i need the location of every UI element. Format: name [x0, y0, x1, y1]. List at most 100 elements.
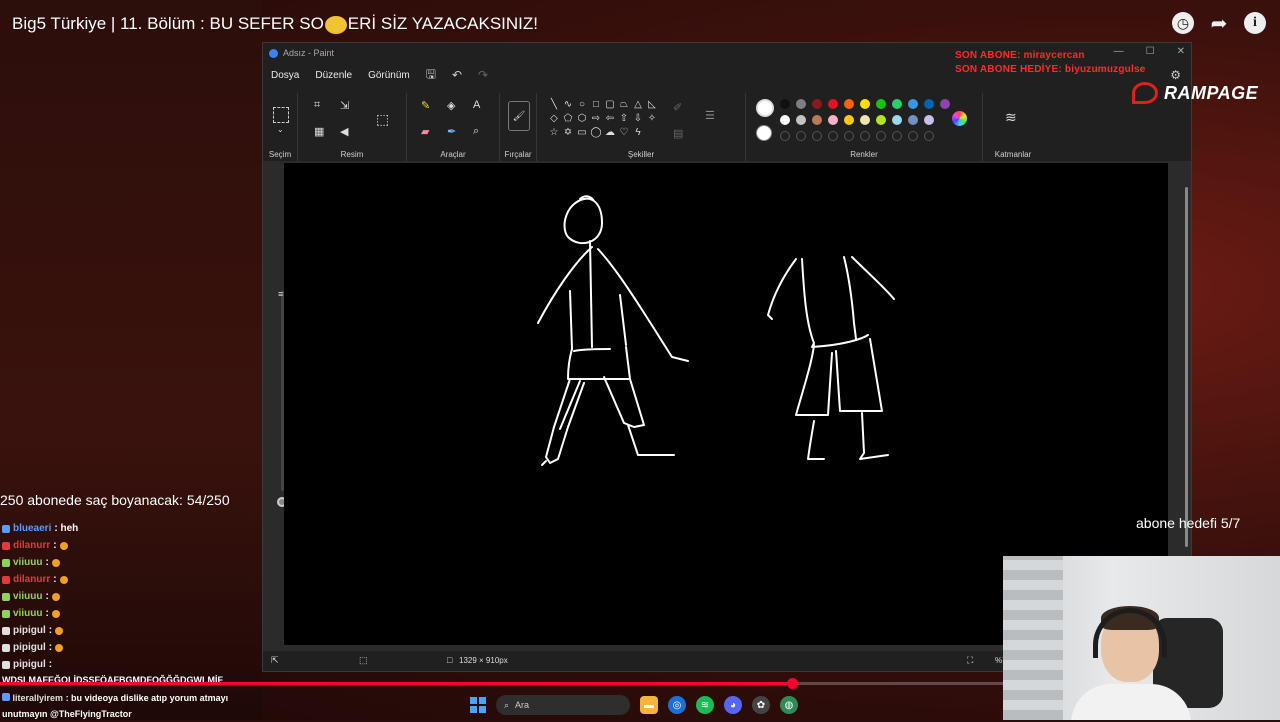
arrow-left-shape-icon[interactable]: ⇦: [603, 113, 617, 127]
image-select-icon[interactable]: ⬚: [376, 111, 389, 128]
scroll-thumb[interactable]: [1185, 187, 1188, 547]
eraser-icon[interactable]: ▰: [421, 125, 429, 138]
windows-start-icon[interactable]: [470, 697, 486, 713]
share-icon[interactable]: ➦: [1208, 12, 1230, 35]
triangle-shape-icon[interactable]: △: [631, 99, 645, 113]
clock-icon[interactable]: ◷: [1172, 12, 1194, 34]
primary-color[interactable]: [756, 99, 774, 117]
custom-color-slot[interactable]: [780, 131, 790, 141]
star-six-shape-icon[interactable]: ✡: [561, 127, 575, 141]
info-icon[interactable]: i: [1244, 12, 1266, 34]
rectangle-shape-icon[interactable]: □: [589, 99, 603, 113]
color-swatch[interactable]: [780, 99, 790, 109]
color-swatch[interactable]: [828, 99, 838, 109]
menu-file[interactable]: Dosya: [271, 70, 299, 81]
fit-to-window-icon[interactable]: ⛶: [967, 655, 973, 666]
callout-cloud-shape-icon[interactable]: ☁: [603, 127, 617, 141]
rounded-rect-shape-icon[interactable]: ▢: [603, 99, 617, 113]
callout-oval-shape-icon[interactable]: ◯: [589, 127, 603, 141]
callout-rect-shape-icon[interactable]: ▭: [575, 127, 589, 141]
color-picker-icon[interactable]: ✒: [447, 125, 456, 138]
menu-view[interactable]: Görünüm: [368, 70, 410, 81]
spotify-icon[interactable]: ≋: [696, 696, 714, 714]
select-icon[interactable]: [273, 107, 289, 123]
menu-edit[interactable]: Düzenle: [315, 70, 352, 81]
arrow-right-shape-icon[interactable]: ⇨: [589, 113, 603, 127]
custom-color-slot[interactable]: [876, 131, 886, 141]
color-swatch[interactable]: [828, 115, 838, 125]
color-swatch[interactable]: [844, 99, 854, 109]
chatgpt-icon[interactable]: ✿: [752, 696, 770, 714]
star-four-shape-icon[interactable]: ✧: [645, 113, 659, 127]
crop-icon[interactable]: ⌗: [314, 99, 320, 112]
color-swatch[interactable]: [892, 99, 902, 109]
arrow-up-shape-icon[interactable]: ⇧: [617, 113, 631, 127]
color-swatch[interactable]: [860, 115, 870, 125]
video-title[interactable]: Big5 Türkiye | 11. Bölüm : BU SEFER SO ER…: [12, 14, 538, 34]
custom-color-slot[interactable]: [828, 131, 838, 141]
rotate-icon[interactable]: ◀: [340, 125, 348, 138]
resize-icon[interactable]: ⇲: [340, 99, 349, 112]
color-swatch[interactable]: [908, 115, 918, 125]
fill-icon[interactable]: ◈: [447, 99, 455, 112]
file-explorer-icon[interactable]: ▬: [640, 696, 658, 714]
color-swatch[interactable]: [812, 99, 822, 109]
color-swatch[interactable]: [876, 99, 886, 109]
transparency-icon[interactable]: ▦: [314, 125, 324, 138]
color-swatch[interactable]: [860, 99, 870, 109]
right-triangle-shape-icon[interactable]: ◺: [645, 99, 659, 113]
maximize-icon[interactable]: ☐: [1146, 46, 1155, 57]
discord-icon[interactable]: ◕: [724, 696, 742, 714]
outline-icon[interactable]: ✐: [673, 101, 682, 114]
custom-color-slot[interactable]: [924, 131, 934, 141]
layers-icon[interactable]: ≋: [1005, 109, 1017, 126]
color-swatch[interactable]: [812, 115, 822, 125]
pencil-icon[interactable]: ✎: [421, 99, 430, 112]
custom-color-slot[interactable]: [796, 131, 806, 141]
color-swatch[interactable]: [892, 115, 902, 125]
heart-shape-icon[interactable]: ♡: [617, 127, 631, 141]
color-swatch[interactable]: [924, 99, 934, 109]
pentagon-shape-icon[interactable]: ⬠: [561, 113, 575, 127]
taskbar-search[interactable]: ⌕ Ara: [496, 695, 630, 715]
size-icon[interactable]: ☰: [705, 109, 715, 122]
color-swatch[interactable]: [796, 99, 806, 109]
secondary-color[interactable]: [756, 125, 772, 141]
shape-fill-icon[interactable]: ▤: [673, 127, 683, 140]
magnifier-icon[interactable]: ⌕: [473, 125, 479, 138]
color-swatch[interactable]: [924, 115, 934, 125]
zoom-in-icon[interactable]: ≡: [278, 289, 283, 299]
settings-icon[interactable]: ⚙: [1170, 68, 1181, 82]
text-icon[interactable]: A: [473, 99, 480, 111]
curve-shape-icon[interactable]: ∿: [561, 99, 575, 113]
lightning-shape-icon[interactable]: ϟ: [631, 127, 645, 141]
edge-browser-icon[interactable]: ◎: [668, 696, 686, 714]
diamond-shape-icon[interactable]: ◇: [547, 113, 561, 127]
color-swatch[interactable]: [844, 115, 854, 125]
redo-icon[interactable]: ↷: [478, 68, 488, 82]
globe-icon[interactable]: ◍: [780, 696, 798, 714]
color-swatch[interactable]: [876, 115, 886, 125]
undo-icon[interactable]: ↶: [452, 68, 462, 82]
custom-color-slot[interactable]: [860, 131, 870, 141]
color-swatch[interactable]: [908, 99, 918, 109]
arrow-down-shape-icon[interactable]: ⇩: [631, 113, 645, 127]
color-swatch[interactable]: [780, 115, 790, 125]
edit-colors-icon[interactable]: [952, 111, 967, 126]
color-swatch[interactable]: [940, 99, 950, 109]
custom-color-slot[interactable]: [812, 131, 822, 141]
oval-shape-icon[interactable]: ○: [575, 99, 589, 113]
close-icon[interactable]: ✕: [1177, 46, 1185, 57]
star-five-shape-icon[interactable]: ☆: [547, 127, 561, 141]
custom-color-slot[interactable]: [892, 131, 902, 141]
video-progress-bar[interactable]: [0, 678, 1003, 689]
custom-color-slot[interactable]: [844, 131, 854, 141]
brush-icon[interactable]: 🖌: [508, 101, 530, 131]
custom-color-slot[interactable]: [908, 131, 918, 141]
color-swatch[interactable]: [796, 115, 806, 125]
line-shape-icon[interactable]: ╲: [547, 99, 561, 113]
hexagon-shape-icon[interactable]: ⬡: [575, 113, 589, 127]
chevron-down-icon[interactable]: ⌄: [277, 125, 284, 134]
polygon-shape-icon[interactable]: ⏢: [617, 99, 631, 113]
save-icon[interactable]: 🖫: [426, 65, 436, 86]
